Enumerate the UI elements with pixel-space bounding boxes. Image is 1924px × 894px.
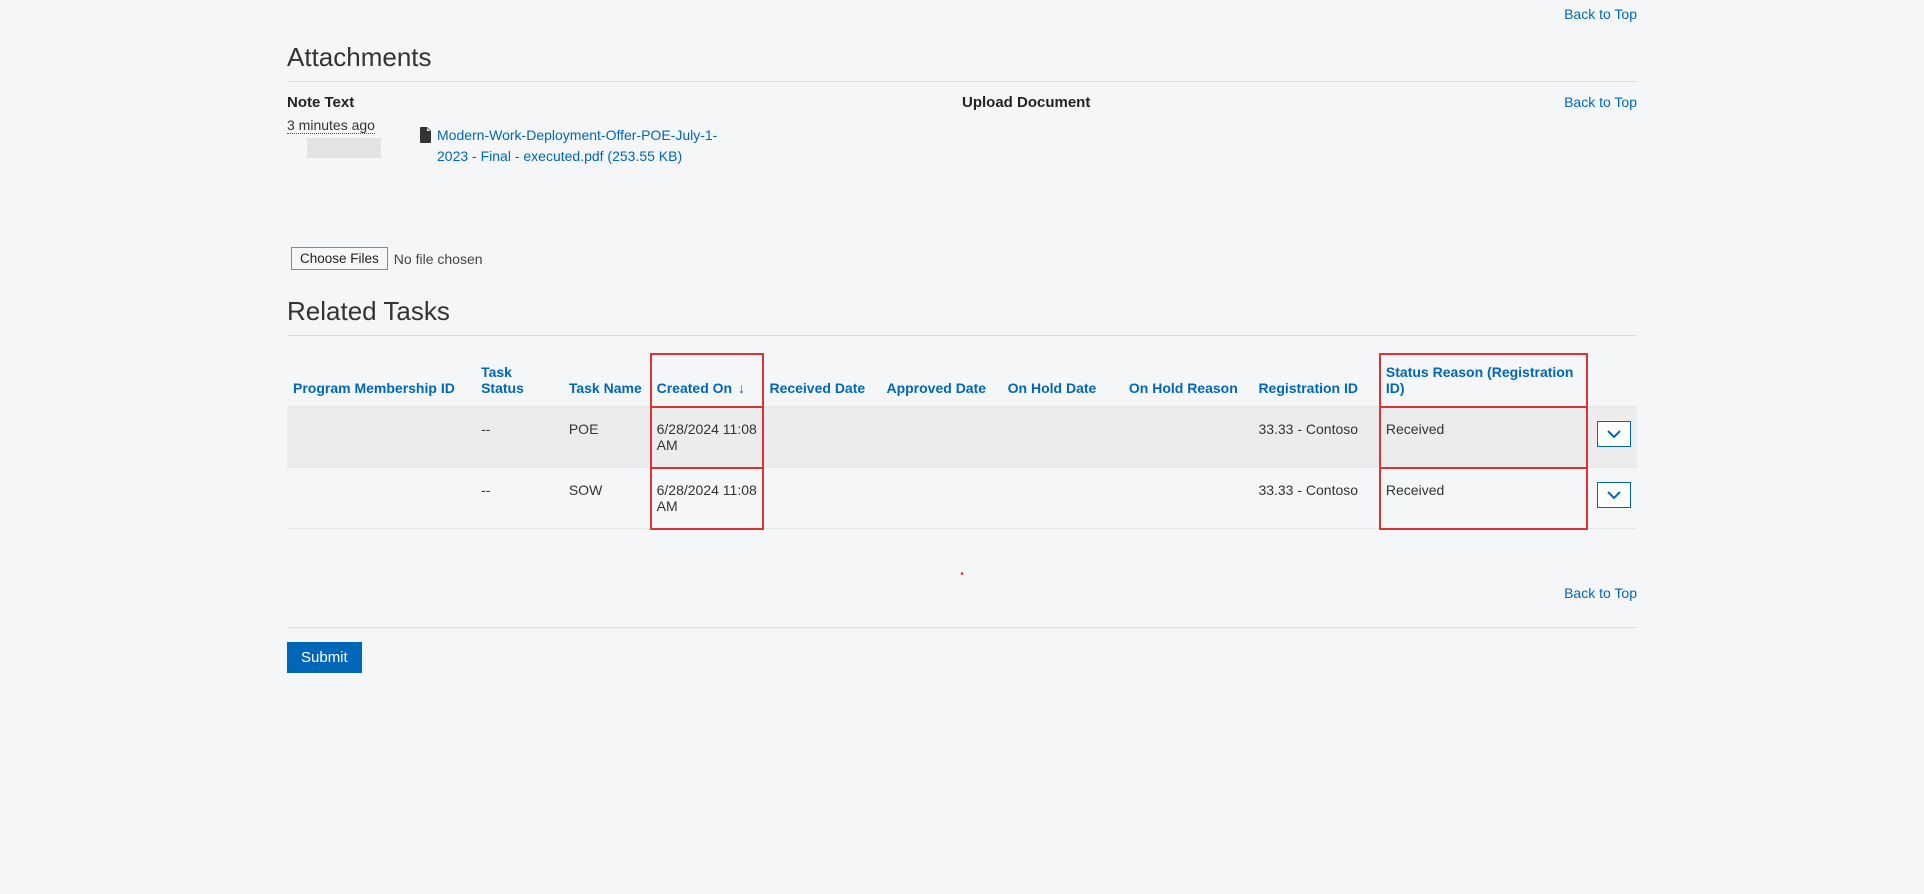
- col-header-approved-date[interactable]: Approved Date: [880, 354, 1001, 407]
- cell-task-status: --: [475, 407, 563, 468]
- decorative-dot: •: [287, 569, 1637, 583]
- col-header-on-hold-reason[interactable]: On Hold Reason: [1123, 354, 1253, 407]
- col-header-status-reason[interactable]: Status Reason (Registration ID): [1380, 354, 1587, 407]
- chevron-down-icon: [1607, 429, 1621, 439]
- related-tasks-heading: Related Tasks: [287, 290, 1637, 336]
- cell-registration-id: 33.33 - Contoso: [1252, 407, 1379, 468]
- back-to-top-link[interactable]: Back to Top: [1564, 94, 1637, 110]
- cell-approved-date: [880, 407, 1001, 468]
- cell-on-hold-reason: [1123, 468, 1253, 529]
- sort-descending-icon: ↓: [738, 380, 745, 396]
- attachment-timestamp: 3 minutes ago: [287, 117, 375, 134]
- cell-created-on: 6/28/2024 11:08 AM: [651, 407, 764, 468]
- chevron-down-icon: [1607, 490, 1621, 500]
- col-header-pmid[interactable]: Program Membership ID: [287, 354, 475, 407]
- cell-created-on: 6/28/2024 11:08 AM: [651, 468, 764, 529]
- cell-on-hold-reason: [1123, 407, 1253, 468]
- upload-document-label: Upload Document: [962, 94, 1090, 111]
- cell-pmid: [287, 468, 475, 529]
- row-action-button[interactable]: [1597, 421, 1631, 447]
- redacted-author: [307, 138, 381, 158]
- no-file-chosen-text: No file chosen: [394, 251, 483, 267]
- file-icon: [419, 127, 431, 146]
- table-row: -- SOW 6/28/2024 11:08 AM 33.33 - Contos…: [287, 468, 1637, 529]
- cell-status-reason: Received: [1380, 407, 1587, 468]
- cell-task-name: POE: [563, 407, 651, 468]
- note-text-label: Note Text: [287, 94, 962, 111]
- cell-task-name: SOW: [563, 468, 651, 529]
- cell-on-hold-date: [1002, 468, 1123, 529]
- cell-task-status: --: [475, 468, 563, 529]
- col-header-actions: [1587, 354, 1637, 407]
- row-action-button[interactable]: [1597, 482, 1631, 508]
- cell-received-date: [763, 407, 880, 468]
- back-to-top-link[interactable]: Back to Top: [1564, 585, 1637, 601]
- cell-received-date: [763, 468, 880, 529]
- attachments-heading: Attachments: [287, 36, 1637, 82]
- cell-registration-id: 33.33 - Contoso: [1252, 468, 1379, 529]
- cell-pmid: [287, 407, 475, 468]
- cell-on-hold-date: [1002, 407, 1123, 468]
- back-to-top-link[interactable]: Back to Top: [1564, 6, 1637, 22]
- col-header-created-on[interactable]: Created On ↓: [651, 354, 764, 407]
- submit-button[interactable]: Submit: [287, 642, 362, 673]
- cell-approved-date: [880, 468, 1001, 529]
- table-row: -- POE 6/28/2024 11:08 AM 33.33 - Contos…: [287, 407, 1637, 468]
- related-tasks-table: Program Membership ID Task Status Task N…: [287, 354, 1637, 529]
- section-divider: [287, 627, 1637, 628]
- col-header-task-status[interactable]: Task Status: [475, 354, 563, 407]
- col-header-registration-id[interactable]: Registration ID: [1252, 354, 1379, 407]
- cell-status-reason: Received: [1380, 468, 1587, 529]
- col-header-on-hold-date[interactable]: On Hold Date: [1002, 354, 1123, 407]
- choose-files-button[interactable]: Choose Files: [291, 247, 388, 270]
- col-header-received-date[interactable]: Received Date: [763, 354, 880, 407]
- col-header-task-name[interactable]: Task Name: [563, 354, 651, 407]
- attachment-file-link[interactable]: Modern-Work-Deployment-Offer-POE-July-1-…: [437, 125, 739, 167]
- col-header-created-on-label: Created On: [657, 380, 732, 396]
